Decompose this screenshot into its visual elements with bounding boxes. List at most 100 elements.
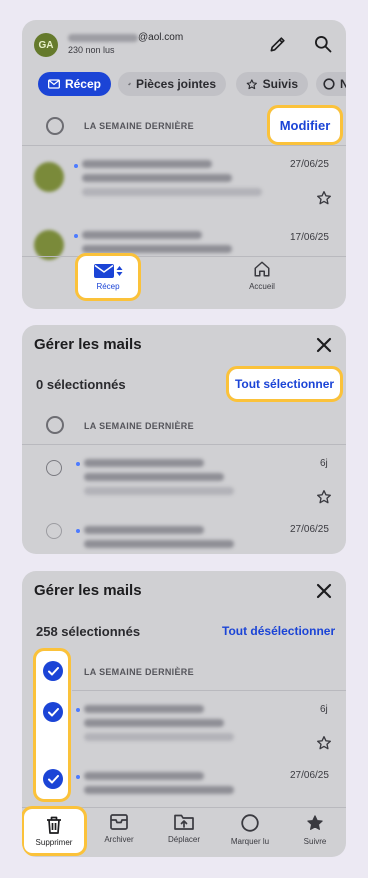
mail-date: 6j — [320, 458, 328, 469]
unread-dot — [74, 234, 78, 238]
tab-inbox[interactable]: Récep — [75, 253, 141, 301]
sender-redacted — [82, 160, 212, 168]
follow-button[interactable]: Suivre — [290, 814, 340, 850]
subject-redacted — [84, 540, 234, 548]
unread-dot — [76, 708, 80, 712]
manage-mails-panel-empty: Gérer les mails 0 sélectionnés Tout séle… — [22, 325, 346, 554]
pencil-icon — [270, 37, 285, 52]
preview-redacted — [84, 487, 234, 495]
filter-chip-label: N — [340, 77, 346, 91]
row-checkbox[interactable] — [46, 523, 62, 539]
checkmark-icon — [47, 666, 59, 675]
mail-date: 6j — [320, 704, 328, 715]
unread-dot — [76, 462, 80, 466]
filter-chip-unread[interactable]: N — [316, 72, 346, 96]
modify-button[interactable]: Modifier — [267, 105, 343, 145]
unread-dot — [76, 529, 80, 533]
preview-redacted — [84, 733, 234, 741]
action-label: Supprimer — [35, 837, 73, 847]
chevron-up-down-icon — [116, 265, 122, 276]
selection-count: 0 sélectionnés — [36, 377, 126, 392]
close-button[interactable] — [313, 580, 335, 602]
page-title: Gérer les mails — [34, 336, 142, 353]
list-item[interactable]: 27/06/25 — [22, 152, 346, 214]
select-all-checkbox[interactable] — [46, 117, 64, 135]
divider — [22, 145, 346, 146]
list-item[interactable]: 17/06/25 — [22, 220, 346, 260]
account-email: @aol.com — [138, 32, 184, 43]
list-item[interactable]: 6j — [22, 450, 346, 510]
subject-redacted — [84, 719, 224, 727]
row-checkbox[interactable] — [46, 460, 62, 476]
row-checkbox[interactable] — [43, 769, 63, 789]
avatar[interactable]: GA — [34, 33, 58, 57]
subject-redacted — [82, 245, 232, 253]
select-all-button[interactable]: Tout sélectionner — [226, 366, 343, 402]
subject-redacted — [84, 473, 224, 481]
search-button[interactable] — [311, 32, 335, 56]
select-all-checkbox[interactable] — [43, 661, 63, 681]
archive-button[interactable]: Archiver — [92, 814, 146, 850]
section-header: LA SEMAINE DERNIÈRE — [84, 667, 194, 677]
mail-icon — [93, 263, 114, 278]
section-header: LA SEMAINE DERNIÈRE — [84, 121, 194, 131]
list-item[interactable]: 6j — [22, 696, 346, 756]
mark-read-button[interactable]: Marquer lu — [220, 814, 280, 850]
deselect-all-button[interactable]: Tout désélectionner — [222, 624, 335, 638]
unread-dot — [74, 164, 78, 168]
checkmark-icon — [47, 774, 59, 783]
mail-date: 27/06/25 — [290, 524, 329, 535]
mail-date: 17/06/25 — [290, 232, 329, 243]
filter-chip-inbox[interactable]: Récep — [38, 72, 111, 96]
trash-icon — [47, 816, 61, 834]
modify-label: Modifier — [279, 117, 331, 133]
mail-date: 27/06/25 — [290, 770, 329, 781]
unread-dot — [76, 775, 80, 779]
close-icon — [316, 583, 332, 599]
select-all-checkbox[interactable] — [46, 416, 64, 434]
mail-icon — [48, 79, 60, 89]
unread-count: 230 non lus — [68, 45, 115, 55]
list-item[interactable]: 27/06/25 — [22, 517, 346, 554]
avatar — [34, 162, 64, 192]
compose-button[interactable] — [266, 32, 290, 56]
action-label: Déplacer — [167, 835, 200, 844]
sender-redacted — [82, 231, 202, 239]
filter-chip-label: Suivis — [262, 77, 298, 91]
section-header: LA SEMAINE DERNIÈRE — [84, 421, 194, 431]
move-folder-icon — [174, 814, 194, 830]
circle-icon — [241, 814, 259, 832]
delete-button[interactable]: Supprimer — [22, 806, 87, 856]
action-label: Suivre — [303, 837, 327, 846]
star-icon[interactable] — [316, 190, 332, 206]
tab-home[interactable]: Accueil — [234, 260, 290, 296]
home-icon — [254, 261, 270, 277]
filter-chip-starred[interactable]: Suivis — [236, 72, 308, 96]
tab-label: Récep — [96, 281, 120, 291]
subject-redacted — [84, 786, 234, 794]
move-button[interactable]: Déplacer — [156, 814, 212, 850]
filter-chip-label: Pièces jointes — [135, 77, 216, 91]
checkmark-icon — [47, 707, 59, 716]
star-icon[interactable] — [316, 735, 332, 751]
close-button[interactable] — [313, 334, 335, 356]
page-title: Gérer les mails — [34, 582, 142, 599]
paperclip-icon — [128, 82, 131, 86]
mail-date: 27/06/25 — [290, 159, 329, 170]
filter-chip-attachments[interactable]: Pièces jointes — [118, 72, 226, 96]
star-icon — [307, 815, 323, 830]
list-item[interactable]: 27/06/25 — [22, 763, 346, 807]
deselect-all-label: Tout désélectionner — [222, 624, 336, 638]
preview-redacted — [82, 188, 262, 196]
sender-redacted — [84, 705, 204, 713]
sender-redacted — [84, 772, 204, 780]
star-icon[interactable] — [316, 489, 332, 505]
action-label: Marquer lu — [230, 837, 270, 846]
manage-mails-panel-selected: Gérer les mails 258 sélectionnés Tout dé… — [22, 571, 346, 857]
sender-redacted — [84, 459, 204, 467]
star-icon — [246, 78, 257, 89]
account-name-redacted — [68, 34, 138, 42]
selection-count: 258 sélectionnés — [36, 624, 141, 639]
select-all-label: Tout sélectionner — [234, 377, 335, 391]
row-checkbox[interactable] — [43, 702, 63, 722]
